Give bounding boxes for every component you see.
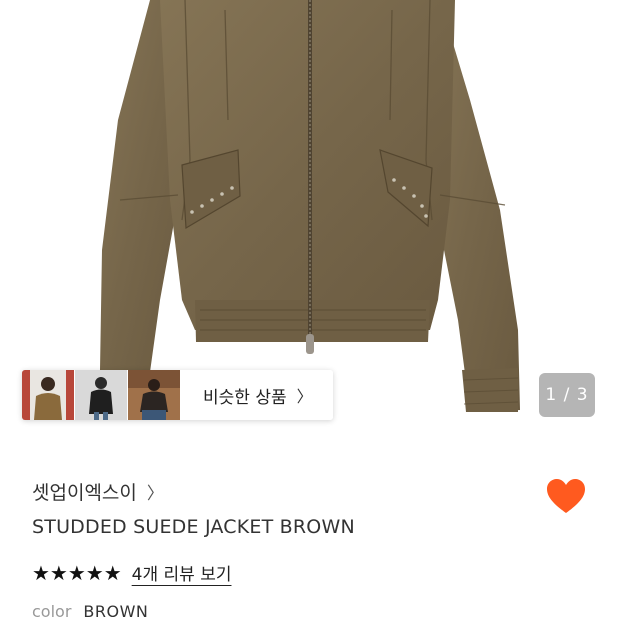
wishlist-heart-icon[interactable]: [546, 478, 586, 516]
thumbnail-2[interactable]: [75, 370, 128, 420]
thumbnail-1[interactable]: [22, 370, 75, 420]
product-title: STUDDED SUEDE JACKET BROWN: [32, 516, 355, 538]
color-value: BROWN: [83, 602, 149, 621]
image-counter: 1 / 3: [539, 373, 595, 417]
thumbnail-3[interactable]: [128, 370, 181, 420]
similar-products-strip: 비슷한 상품 〉: [22, 370, 333, 420]
chevron-right-icon: 〉: [146, 484, 164, 504]
star-rating: ★★★★★: [32, 560, 122, 585]
similar-products-button[interactable]: 비슷한 상품 〉: [181, 370, 333, 420]
brand-link[interactable]: 셋업이엑스이 〉: [32, 478, 164, 505]
brand-name: 셋업이엑스이: [32, 482, 137, 504]
similar-products-label: 비슷한 상품: [203, 387, 287, 408]
reviews-link[interactable]: 4개 리뷰 보기: [132, 560, 232, 585]
rating-row: ★★★★★ 4개 리뷰 보기: [32, 560, 232, 586]
chevron-right-icon: 〉: [296, 387, 313, 406]
product-image-carousel[interactable]: 비슷한 상품 〉 1 / 3: [0, 0, 620, 440]
color-option: color BROWN: [32, 602, 148, 621]
color-label: color: [32, 602, 72, 621]
